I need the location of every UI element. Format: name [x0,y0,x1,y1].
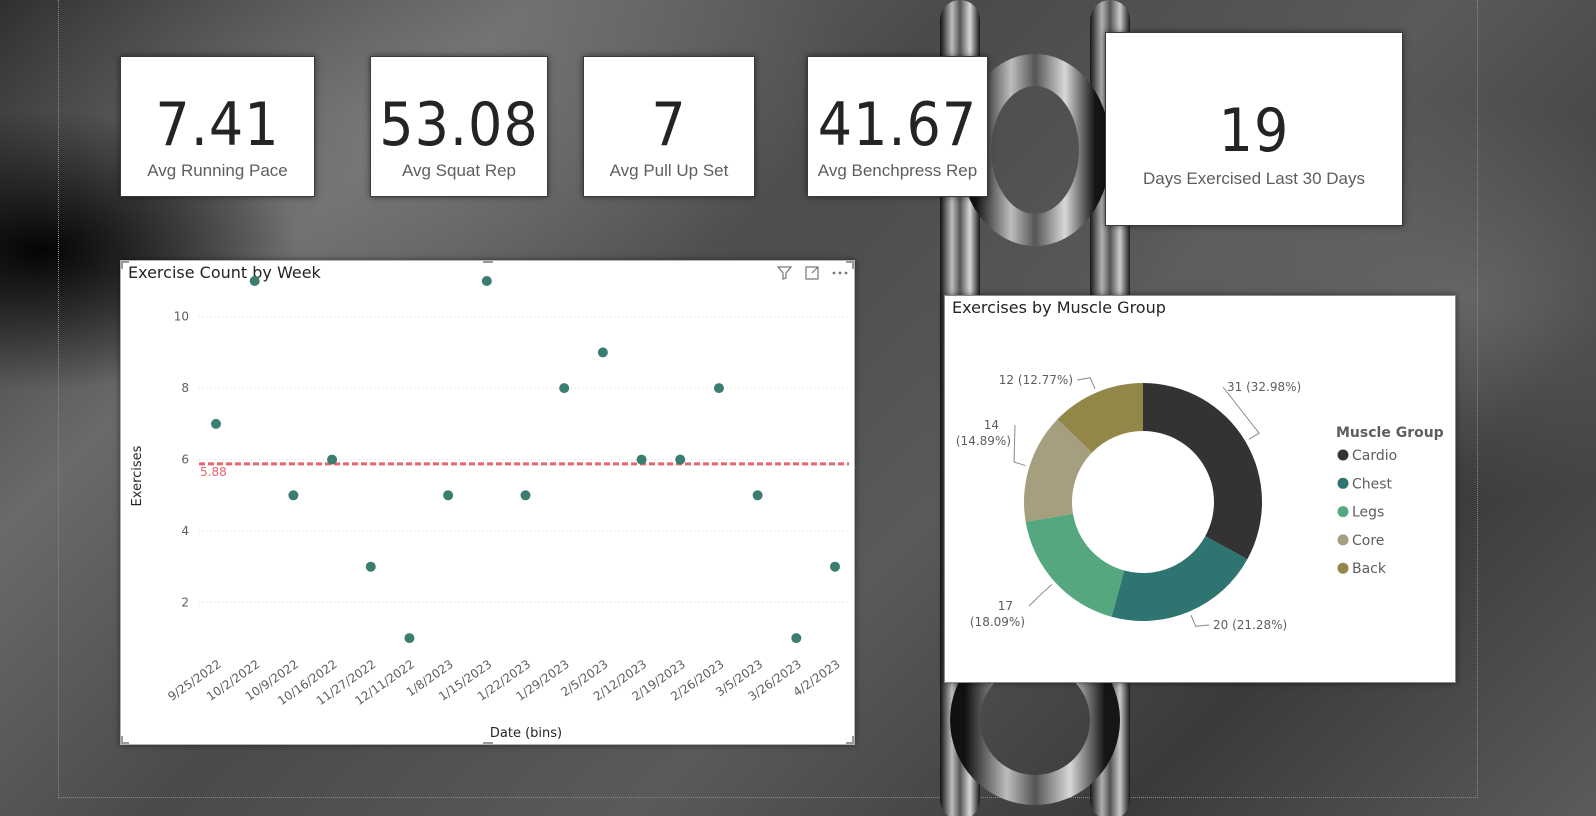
data-point [365,561,376,572]
kpi-value: 7.41 [155,90,280,160]
resize-handle[interactable] [121,736,123,744]
legend-marker [1337,534,1349,546]
data-label-leader [1013,424,1026,467]
data-point [249,276,260,286]
donut-visual[interactable]: Exercises by Muscle Group 31 (32.98%) 20 … [944,295,1456,683]
donut-slice-chest [1111,536,1248,621]
kpi-value: 7 [651,90,687,160]
kpi-card-days-exercised[interactable]: 19 Days Exercised Last 30 Days [1105,32,1403,226]
data-label: 31 (32.98%) [1227,380,1301,394]
kpi-value: 41.67 [817,90,978,160]
kpi-card-benchpress-rep[interactable]: 41.67 Avg Benchpress Rep [807,56,988,197]
resize-handle[interactable] [852,261,854,269]
kpi-label: Avg Squat Rep [401,161,517,180]
legend-marker [1337,477,1349,489]
data-label: 12 (12.77%) [999,373,1073,387]
kpi-value: 19 [1218,96,1290,166]
data-point [636,454,647,465]
data-point [791,633,802,644]
data-label-leader [1190,615,1210,627]
average-line-label: 5.88 [200,465,227,479]
data-point [443,490,454,501]
data-point [211,418,221,429]
data-point [404,633,415,644]
y-tick-label: 2 [181,595,189,609]
legend-item-core: Core [1352,533,1384,549]
resize-handle[interactable] [852,736,854,744]
resize-handle[interactable] [121,261,123,269]
y-tick-label: 10 [174,310,189,324]
donut-slice-legs [1025,513,1125,617]
legend-marker [1337,449,1349,461]
data-point [752,490,763,501]
data-point [327,454,338,465]
data-label-leader [1076,377,1096,389]
y-tick-label: 6 [181,453,189,467]
kpi-label: Days Exercised Last 30 Days [1142,169,1366,188]
data-label: 17 (18.09%) [970,599,1025,629]
kpi-card-running-pace[interactable]: 7.41 Avg Running Pace [120,56,315,197]
data-point [675,454,686,465]
y-tick-label: 8 [181,381,189,395]
data-point [559,383,570,394]
donut-slice-cardio [1143,383,1262,560]
data-label: 14 (14.89%) [956,418,1011,448]
data-point [520,490,531,501]
legend-item-legs: Legs [1352,505,1384,521]
y-tick-label: 4 [181,524,189,538]
legend-item-chest: Chest [1352,476,1393,492]
legend-item-cardio: Cardio [1352,448,1397,464]
data-point [830,561,840,572]
legend-marker [1337,562,1349,574]
scatter-plot: 2468105.88ExercisesDate (bins)9/25/20221… [130,276,849,741]
x-axis-label: Date (bins) [490,726,562,741]
kpi-value: 53.08 [379,90,539,160]
kpi-card-squat-rep[interactable]: 53.08 Avg Squat Rep [370,56,548,197]
donut-chart: 31 (32.98%) 20 (21.28%) 17 (18.09%) 14 (14.89… [956,373,1444,632]
resize-handle[interactable] [483,742,493,744]
legend-title: Muscle Group [1336,425,1444,441]
data-point [597,347,608,358]
scatter-visual[interactable]: Exercise Count by Week 2 4 6 8 10 5.88 Exercis… [120,260,855,745]
legend-item-back: Back [1352,561,1387,577]
data-point [713,383,724,394]
data-point [481,276,492,286]
kpi-card-pull-up-set[interactable]: 7 Avg Pull Up Set [583,56,755,197]
y-axis-label: Exercises [130,445,145,506]
data-point [288,490,299,501]
kpi-label: Avg Benchpress Rep [817,161,978,180]
kpi-label: Avg Pull Up Set [609,161,729,180]
data-label: 20 (21.28%) [1213,618,1287,632]
resize-handle[interactable] [483,261,493,263]
data-label-leader [1028,584,1053,607]
kpi-label: Avg Running Pace [147,161,288,180]
legend-marker [1337,506,1349,518]
